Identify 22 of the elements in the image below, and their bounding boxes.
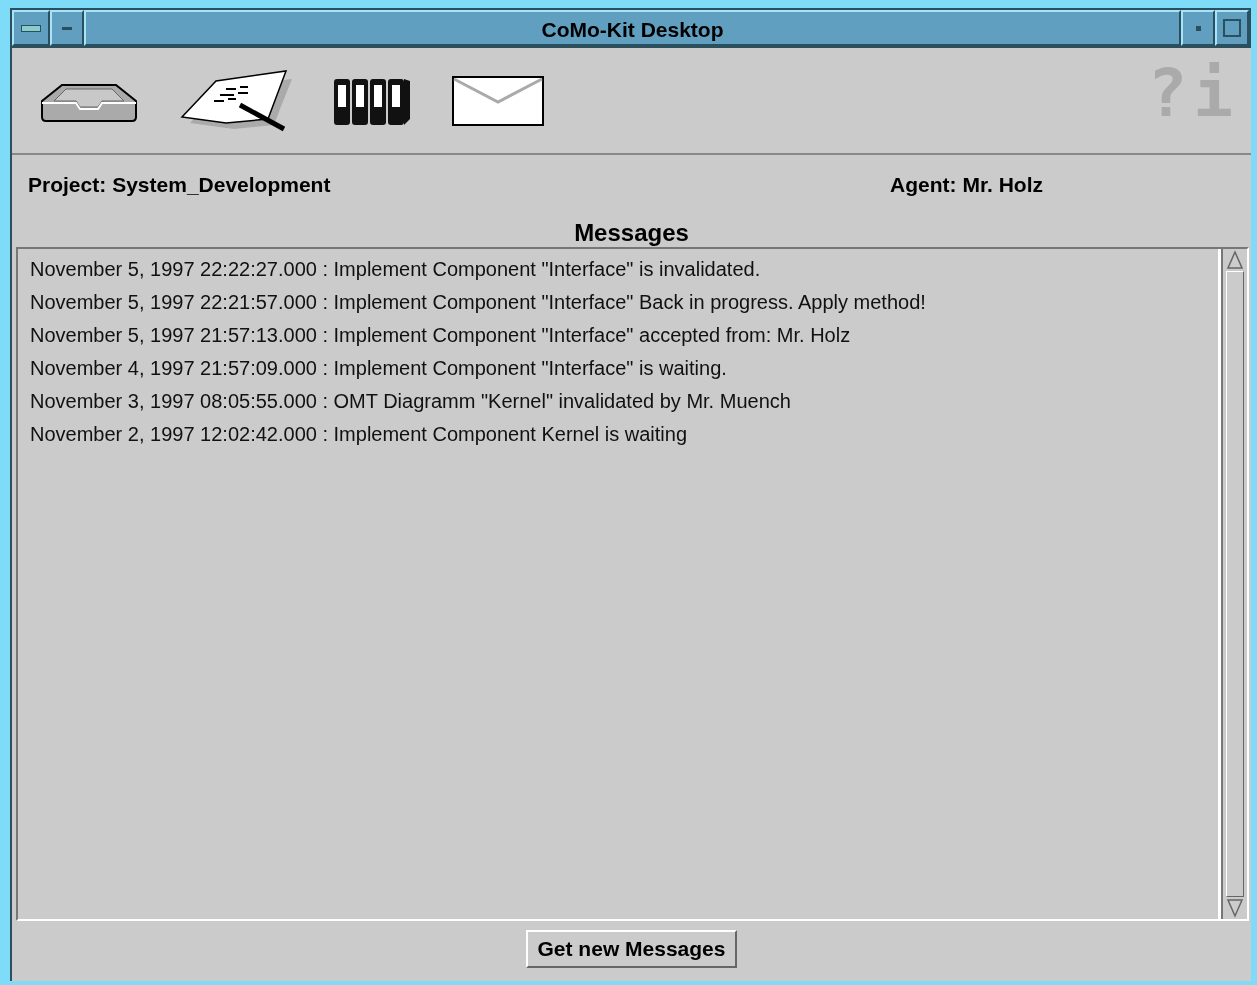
agent-label: Agent:	[890, 173, 957, 198]
messages-heading: Messages	[573, 219, 690, 247]
envelope-icon[interactable]	[452, 75, 544, 126]
maximize-button[interactable]	[1215, 10, 1249, 46]
message-row[interactable]: November 5, 1997 21:57:13.000 : Implement Component "Interface" accepted from: Mr. Holz	[30, 319, 1206, 352]
iconify-button[interactable]	[1181, 10, 1215, 46]
message-row[interactable]: November 3, 1997 08:05:55.000 : OMT Diagramm "Kernel" invalidated by Mr. Muench	[30, 385, 1206, 418]
scrollbar[interactable]	[1221, 249, 1247, 919]
project-label: Project:	[28, 173, 107, 198]
agent-name: Mr. Holz	[962, 173, 1043, 198]
get-messages-button[interactable]: Get new Messages	[525, 930, 738, 968]
scroll-down-icon[interactable]	[1226, 897, 1244, 919]
project-name: System_Development	[112, 173, 331, 198]
window-menu-button[interactable]	[12, 10, 50, 46]
window-title: CoMo-Kit Desktop	[84, 10, 1181, 46]
scroll-up-icon[interactable]	[1226, 249, 1244, 271]
message-row[interactable]: November 2, 1997 12:02:42.000 : Implement Component Kernel is waiting	[30, 418, 1206, 451]
message-row[interactable]: November 5, 1997 22:22:27.000 : Implement Component "Interface" is invalidated.	[30, 253, 1206, 286]
minimize-button[interactable]	[50, 10, 84, 46]
message-row[interactable]: November 4, 1997 21:57:09.000 : Implement Component "Interface" is waiting.	[30, 352, 1206, 385]
message-row[interactable]: November 5, 1997 22:21:57.000 : Implement Component "Interface" Back in progress. Apply method!	[30, 286, 1206, 319]
document-pen-icon[interactable]	[180, 68, 292, 133]
